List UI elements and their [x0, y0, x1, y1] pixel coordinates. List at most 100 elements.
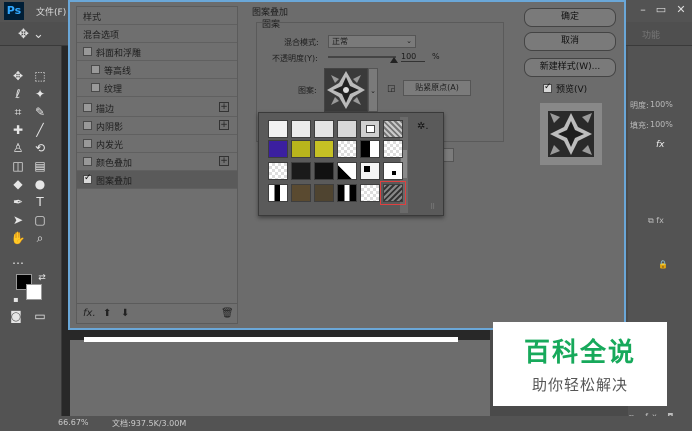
- add-inner-shadow-icon[interactable]: +: [219, 120, 229, 130]
- layer-fx-label[interactable]: fx: [656, 140, 665, 150]
- style-item-inner-glow[interactable]: 内发光: [77, 135, 237, 153]
- pattern-swatch[interactable]: [268, 162, 288, 180]
- pen-icon[interactable]: ✒: [10, 194, 26, 210]
- pattern-swatch[interactable]: [268, 120, 288, 138]
- pattern-swatch[interactable]: [314, 162, 334, 180]
- close-icon[interactable]: ✕: [674, 3, 688, 17]
- move-down-icon[interactable]: ⬇: [121, 308, 129, 319]
- workspace-label[interactable]: 功能: [642, 28, 660, 41]
- style-item-texture[interactable]: 纹理: [77, 79, 237, 97]
- gradient-icon[interactable]: ▤: [32, 158, 48, 174]
- pattern-swatch[interactable]: [291, 162, 311, 180]
- history-brush-icon[interactable]: ⟲: [32, 140, 48, 156]
- preview-checkbox[interactable]: [543, 82, 552, 93]
- quick-mask-icon[interactable]: ◙: [8, 308, 24, 324]
- bevel-checkbox[interactable]: [83, 47, 92, 56]
- crop-icon[interactable]: ⌗: [10, 104, 26, 120]
- new-style-button[interactable]: 新建样式(W)...: [524, 58, 616, 77]
- pattern-swatch[interactable]: [360, 120, 380, 138]
- magic-wand-icon[interactable]: ✦: [32, 86, 48, 102]
- more-tools-icon[interactable]: …: [10, 252, 26, 268]
- pattern-swatch[interactable]: [314, 184, 334, 202]
- pattern-swatch[interactable]: [360, 162, 380, 180]
- pattern-swatch[interactable]: [383, 120, 403, 138]
- pattern-swatch[interactable]: [291, 120, 311, 138]
- lasso-icon[interactable]: ℓ: [10, 86, 26, 102]
- stamp-icon[interactable]: ♙: [10, 140, 26, 156]
- style-item-contour[interactable]: 等高线: [77, 61, 237, 79]
- pattern-overlay-checkbox[interactable]: [83, 173, 92, 184]
- style-item-stroke[interactable]: 描边 +: [77, 99, 237, 117]
- style-item-color-overlay[interactable]: 颜色叠加 +: [77, 153, 237, 171]
- cancel-button[interactable]: 取消: [524, 32, 616, 51]
- pattern-swatch[interactable]: [383, 140, 403, 158]
- pattern-swatch[interactable]: [291, 140, 311, 158]
- pattern-swatch[interactable]: [268, 184, 288, 202]
- swap-colors-icon[interactable]: ⇄: [34, 270, 50, 286]
- style-item-inner-shadow[interactable]: 内阴影 +: [77, 117, 237, 135]
- dodge-icon[interactable]: ●: [32, 176, 48, 192]
- trash-icon[interactable]: 🗑: [221, 308, 234, 319]
- zoom-level[interactable]: 66.67%: [58, 418, 89, 427]
- add-color-overlay-icon[interactable]: +: [219, 156, 229, 166]
- opacity-slider-handle[interactable]: [390, 57, 398, 63]
- preview-toggle[interactable]: 预览(V): [543, 82, 587, 95]
- styles-heading[interactable]: 样式: [77, 7, 237, 25]
- brush-icon[interactable]: ╱: [32, 122, 48, 138]
- resize-grip-icon[interactable]: ⠿: [430, 203, 435, 211]
- blend-mode-select[interactable]: 正常 ⌄: [328, 35, 416, 48]
- add-stroke-icon[interactable]: +: [219, 102, 229, 112]
- pattern-swatch[interactable]: [337, 162, 357, 180]
- fill-value[interactable]: 100%: [650, 120, 673, 129]
- color-overlay-checkbox[interactable]: [83, 157, 92, 166]
- opacity-value[interactable]: 100%: [650, 100, 673, 109]
- healing-icon[interactable]: ✚: [10, 122, 26, 138]
- pattern-swatch[interactable]: [360, 184, 380, 202]
- default-colors-icon[interactable]: ▪: [8, 292, 24, 308]
- screen-mode-icon[interactable]: ▭: [32, 308, 48, 324]
- blur-icon[interactable]: ◆: [10, 176, 26, 192]
- pattern-swatch[interactable]: [337, 120, 357, 138]
- gear-icon[interactable]: ✲.: [417, 121, 429, 132]
- eyedropper-icon[interactable]: ✎: [32, 104, 48, 120]
- path-select-icon[interactable]: ➤: [10, 212, 26, 228]
- snap-to-origin-button[interactable]: 贴紧原点(A): [403, 80, 471, 96]
- pattern-swatch[interactable]: [314, 140, 334, 158]
- eraser-icon[interactable]: ◫: [10, 158, 26, 174]
- background-color-swatch[interactable]: [26, 284, 42, 300]
- restore-icon[interactable]: ▭: [654, 3, 668, 17]
- pattern-swatch[interactable]: [291, 184, 311, 202]
- new-preset-icon[interactable]: ◲: [387, 84, 396, 94]
- move-up-icon[interactable]: ⬆: [103, 308, 111, 319]
- style-item-pattern-overlay[interactable]: 图案叠加: [77, 171, 237, 189]
- style-item-bevel[interactable]: 斜面和浮雕: [77, 43, 237, 61]
- stroke-checkbox[interactable]: [83, 103, 92, 112]
- inner-shadow-checkbox[interactable]: [83, 121, 92, 130]
- opacity-input[interactable]: 100: [401, 52, 425, 62]
- pattern-dropdown-icon[interactable]: ⌄: [368, 68, 378, 112]
- blend-options-item[interactable]: 混合选项: [77, 25, 237, 43]
- inner-glow-checkbox[interactable]: [83, 139, 92, 148]
- layer-fx-icon[interactable]: ⧉ fx: [648, 216, 664, 226]
- contour-checkbox[interactable]: [91, 65, 100, 74]
- pattern-swatch[interactable]: [268, 140, 288, 158]
- pattern-swatch[interactable]: [360, 140, 380, 158]
- minimize-icon[interactable]: –: [636, 3, 650, 17]
- pattern-swatch[interactable]: [314, 120, 334, 138]
- opacity-slider[interactable]: [328, 56, 396, 58]
- ok-button[interactable]: 确定: [524, 8, 616, 27]
- move-tool-icon[interactable]: ✥ ⌄: [18, 27, 44, 42]
- pattern-swatch[interactable]: [337, 184, 357, 202]
- fx-icon[interactable]: fx.: [83, 308, 96, 319]
- pattern-swatch[interactable]: [383, 162, 403, 180]
- type-icon[interactable]: T: [32, 194, 48, 210]
- texture-checkbox[interactable]: [91, 83, 100, 92]
- pattern-swatch[interactable]: [337, 140, 357, 158]
- menu-file[interactable]: 文件(F): [36, 5, 66, 18]
- zoom-icon[interactable]: ⌕: [32, 230, 48, 246]
- shape-icon[interactable]: ▢: [32, 212, 48, 228]
- hand-icon[interactable]: ✋: [10, 230, 26, 246]
- marquee-icon[interactable]: ⬚: [32, 68, 48, 84]
- pattern-preview[interactable]: [324, 68, 368, 112]
- pattern-swatch-selected[interactable]: [380, 181, 406, 205]
